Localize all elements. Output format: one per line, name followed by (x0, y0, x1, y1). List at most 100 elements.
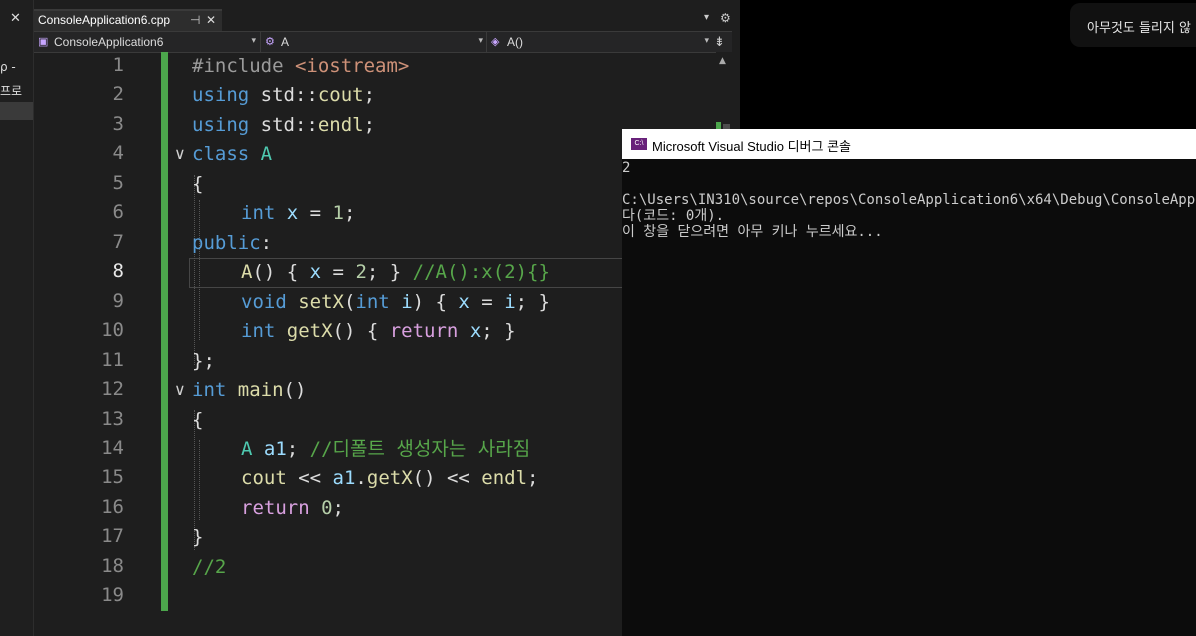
code-line-14: A a1; //디폴트 생성자는 사라짐 (241, 435, 530, 464)
code-line-4: class A (192, 140, 272, 169)
punct: ; (286, 438, 310, 460)
punct: ; (363, 114, 376, 136)
line-number: 15 (101, 466, 124, 488)
line-number: 18 (101, 555, 124, 577)
console-app-icon: C:\ (631, 138, 647, 150)
keyword: int (241, 320, 276, 342)
class-icon: ⚙ (265, 36, 275, 48)
variable: x (275, 202, 299, 224)
tab-dropdown-icon[interactable]: ▾ (704, 12, 709, 23)
keyword: class (192, 143, 250, 165)
line-number: 5 (112, 172, 124, 194)
toast-text: 아무것도 들리지 않 (1087, 21, 1191, 36)
punct: () (283, 379, 307, 401)
punct: ; } (515, 291, 550, 313)
line-number: 12 (101, 378, 124, 400)
pin-icon[interactable]: ⊣ (190, 13, 200, 27)
code-line-9: void setX(int i) { x = i; } (241, 288, 550, 317)
comment: //디폴트 생성자는 사라짐 (309, 438, 531, 460)
line-number: 10 (101, 319, 124, 341)
identifier: main (226, 379, 284, 401)
brace: { (192, 173, 204, 195)
method-icon: ◈ (491, 36, 500, 48)
number: 2 (355, 261, 367, 283)
class-selector[interactable]: ⚙ A ▾ (260, 32, 487, 52)
code-line-5: { (192, 170, 203, 199)
punct: ; (332, 497, 344, 519)
code-line-17: } (192, 523, 203, 552)
brace: { (192, 409, 204, 431)
punct: ; } (481, 320, 516, 342)
project-node[interactable]: 프로 (0, 82, 33, 100)
close-icon[interactable]: ✕ (206, 13, 216, 27)
line-number: 4 (112, 142, 124, 164)
code-line-7: public: (192, 229, 272, 258)
variable: x (309, 261, 322, 283)
keyword: int (355, 291, 390, 313)
chevron-down-icon: ▾ (251, 35, 256, 45)
code-line-6: int x = 1; (241, 199, 355, 228)
type-name: A (241, 438, 253, 460)
number: 1 (332, 202, 344, 224)
class-selector-label: A (281, 35, 290, 49)
line-number: 7 (112, 231, 124, 253)
code-line-12: int main() (192, 376, 306, 405)
identifier: cout (241, 467, 287, 489)
line-number: 9 (112, 290, 124, 312)
chevron-down-icon: ▾ (704, 35, 709, 45)
punct: ; (363, 84, 376, 106)
punct: ; (527, 467, 539, 489)
brace: }; (192, 350, 215, 372)
project-selector-label: ConsoleApplication6 (54, 35, 164, 49)
console-output: 2 C:\Users\IN310\source\repos\ConsoleApp… (622, 160, 1196, 636)
debug-console-window[interactable]: C:\ Microsoft Visual Studio 디버그 콘솔 2 C:\… (622, 129, 1196, 636)
operator: = (469, 291, 505, 313)
variable: x (458, 320, 482, 342)
console-title-bar[interactable]: C:\ Microsoft Visual Studio 디버그 콘솔 (622, 129, 1196, 159)
fold-chevron-icon[interactable]: ∨ (174, 380, 190, 399)
brace: } (192, 526, 204, 548)
line-number: 1 (112, 54, 124, 76)
keyword-return: return (241, 497, 310, 519)
tab-consoleapplication6-cpp[interactable]: ConsoleApplication6.cpp ⊣ ✕ (34, 9, 222, 31)
keyword-return: return (389, 320, 459, 342)
include-path: <iostream> (294, 55, 410, 77)
number: 0 (309, 497, 333, 519)
punct: . (355, 467, 367, 489)
selected-node[interactable] (0, 102, 33, 120)
comment: //A():x(2){} (412, 261, 550, 283)
scroll-up-icon[interactable]: ▲ (719, 56, 726, 66)
line-number: 11 (101, 349, 124, 371)
console-line: 다(코드: 0개). (622, 208, 725, 224)
member-selector[interactable]: ◈ A() ▾ (486, 32, 713, 52)
variable: a1 (252, 438, 287, 460)
code-line-10: int getX() { return x; } (241, 317, 516, 346)
line-number: 13 (101, 408, 124, 430)
close-icon[interactable]: ✕ (10, 11, 21, 26)
punct: () { (332, 320, 390, 342)
line-number: 6 (112, 201, 124, 223)
line-number: 19 (101, 584, 124, 606)
variable: i (504, 291, 516, 313)
variable: i (389, 291, 413, 313)
line-number: 16 (101, 496, 124, 518)
type-name: A (249, 143, 273, 165)
navigation-bar: ▣ ConsoleApplication6 ▾ ⚙ A ▾ ◈ A() ▾ ⇟ (34, 31, 732, 53)
project-icon: ▣ (38, 36, 49, 48)
tab-bar: ConsoleApplication6.cpp ⊣ ✕ ▾ ⚙ (34, 8, 740, 31)
split-icon[interactable]: ⇟ (714, 34, 725, 50)
namespace: std:: (249, 114, 318, 136)
keyword: using (192, 114, 250, 136)
code-line-2: using std::cout; (192, 81, 375, 110)
fold-chevron-icon[interactable]: ∨ (174, 144, 190, 163)
project-selector[interactable]: ▣ ConsoleApplication6 ▾ (34, 32, 260, 52)
identifier: getX (366, 467, 413, 489)
punct: : (260, 232, 273, 254)
search-dropdown[interactable]: ρ - (0, 60, 33, 78)
notification-toast[interactable]: 아무것도 들리지 않 (1070, 3, 1196, 47)
code-line-16: return 0; (241, 494, 344, 523)
code-line-18: //2 (192, 553, 226, 582)
gear-icon[interactable]: ⚙ (720, 11, 731, 25)
code-line-11: }; (192, 347, 215, 376)
identifier: cout (317, 84, 364, 106)
